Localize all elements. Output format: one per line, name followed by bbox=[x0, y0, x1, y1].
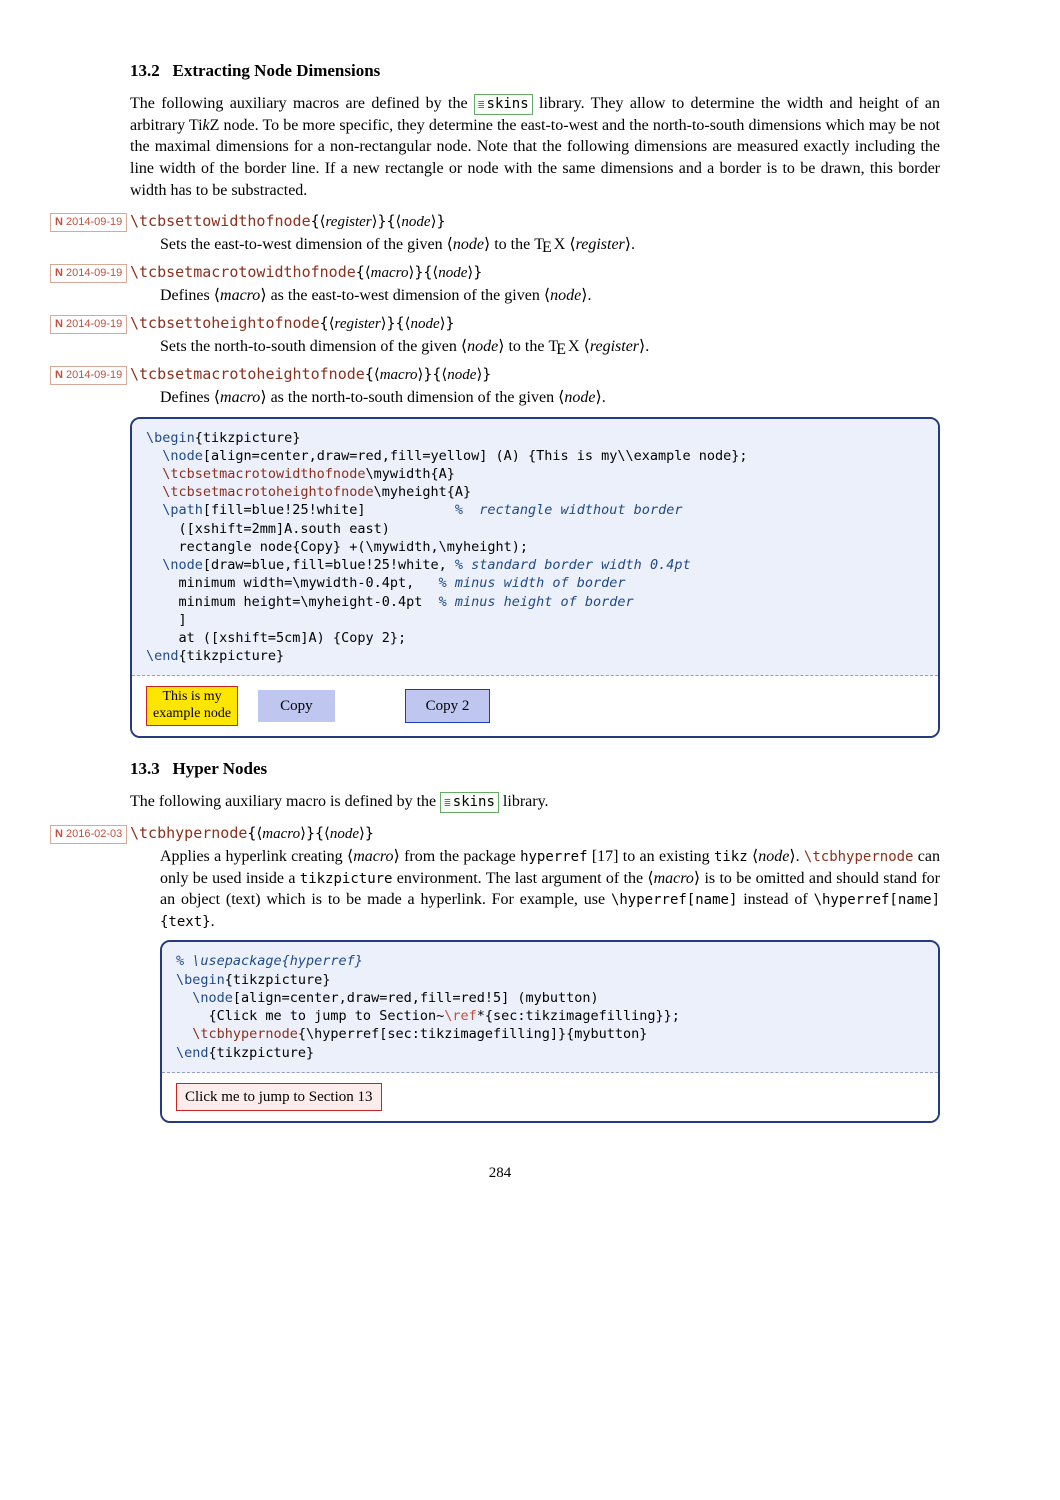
command-signature: \tcbsetmacrotowidthofnode{⟨macro⟩}{⟨node… bbox=[130, 262, 940, 283]
command-signature: \tcbsettoheightofnode{⟨register⟩}{⟨node⟩… bbox=[130, 313, 940, 334]
example-node-copy: Copy bbox=[258, 690, 335, 722]
command-signature: \tcbhypernode{⟨macro⟩}{⟨node⟩} bbox=[130, 823, 940, 844]
version-badge: 2014-09-19 bbox=[50, 315, 127, 334]
macro-entry: 2014-09-19 \tcbsetmacrotowidthofnode{⟨ma… bbox=[60, 262, 940, 307]
library-icon: ≣ bbox=[444, 796, 451, 809]
command-description: Sets the north-to-south dimension of the… bbox=[160, 336, 940, 358]
code-output: Click me to jump to Section 13 bbox=[162, 1073, 938, 1121]
command-signature: \tcbsettowidthofnode{⟨register⟩}{⟨node⟩} bbox=[130, 211, 940, 232]
code-listing: % \usepackage{hyperref} \begin{tikzpictu… bbox=[162, 942, 938, 1072]
code-example-1: \begin{tikzpicture} \node[align=center,d… bbox=[130, 417, 940, 738]
page-number: 284 bbox=[60, 1163, 940, 1183]
command-description: Defines ⟨macro⟩ as the east-to-west dime… bbox=[160, 285, 940, 307]
command-signature: \tcbsetmacrotoheightofnode{⟨macro⟩}{⟨nod… bbox=[130, 364, 940, 385]
hyperlink-button[interactable]: Click me to jump to Section 13 bbox=[176, 1083, 382, 1111]
section-title-13-2: 13.2 Extracting Node Dimensions bbox=[130, 60, 940, 83]
command-description: Defines ⟨macro⟩ as the north-to-south di… bbox=[160, 387, 940, 409]
version-badge: 2014-09-19 bbox=[50, 366, 127, 385]
macro-entry: 2016-02-03 \tcbhypernode{⟨macro⟩}{⟨node⟩… bbox=[60, 823, 940, 933]
library-icon: ≣ bbox=[478, 98, 485, 111]
code-output: This is myexample node Copy Copy 2 bbox=[132, 676, 938, 736]
example-node-a: This is myexample node bbox=[146, 686, 238, 726]
macro-entry: 2014-09-19 \tcbsettowidthofnode{⟨registe… bbox=[60, 211, 940, 256]
intro-paragraph-13-3: The following auxiliary macro is defined… bbox=[130, 791, 940, 813]
version-badge: 2014-09-19 bbox=[50, 213, 127, 232]
macro-entry: 2014-09-19 \tcbsettoheightofnode{⟨regist… bbox=[60, 313, 940, 358]
skins-library-badge: ≣skins bbox=[440, 792, 499, 813]
macro-entry: 2014-09-19 \tcbsetmacrotoheightofnode{⟨m… bbox=[60, 364, 940, 409]
code-listing: \begin{tikzpicture} \node[align=center,d… bbox=[132, 419, 938, 677]
command-description: Sets the east-to-west dimension of the g… bbox=[160, 234, 940, 256]
command-description: Applies a hyperlink creating ⟨macro⟩ fro… bbox=[160, 846, 940, 932]
skins-library-badge: ≣skins bbox=[474, 94, 533, 115]
version-badge: 2016-02-03 bbox=[50, 825, 127, 844]
code-example-2: % \usepackage{hyperref} \begin{tikzpictu… bbox=[160, 940, 940, 1123]
intro-paragraph-13-2: The following auxiliary macros are defin… bbox=[130, 93, 940, 201]
example-node-copy2: Copy 2 bbox=[405, 689, 491, 723]
section-title-13-3: 13.3 Hyper Nodes bbox=[130, 758, 940, 781]
version-badge: 2014-09-19 bbox=[50, 264, 127, 283]
